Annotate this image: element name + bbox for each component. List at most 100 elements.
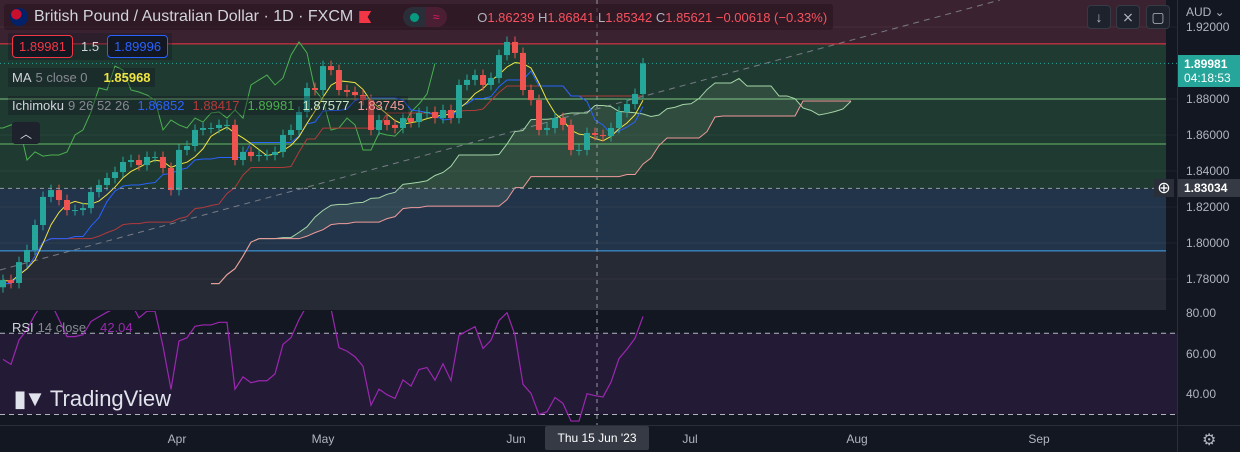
ma-legend[interactable]: MA 5 close 0 1.85968 [8,68,155,87]
candle-body [488,77,494,85]
candle-body [216,124,222,128]
price-tick: 1.80000 [1186,236,1230,250]
candle-body [160,156,166,168]
time-label: Jun [506,432,526,446]
collapse-icon: ⨯ [1122,8,1134,25]
market-status[interactable]: ≈ [403,7,448,27]
price-tick: 1.88000 [1186,92,1230,106]
symbol-title[interactable]: British Pound / Australian Dollar · 1D ·… [34,8,353,26]
candle-body [552,118,558,128]
candle-body [456,84,462,119]
candle-body [616,111,622,128]
candle-body [480,75,486,85]
delayed-data-icon: ≈ [425,7,448,27]
ichimoku-legend[interactable]: Ichimoku 9 26 52 26 1.86852 1.88417 1.899… [8,96,409,115]
candle-body [232,124,238,161]
price-tick: 1.92000 [1186,20,1230,34]
candle-body [64,199,70,211]
rsi-tick: 80.00 [1186,306,1217,320]
fullscreen-icon: ▢ [1151,8,1165,25]
candle-body [80,208,86,211]
flag-icon[interactable] [359,11,372,23]
price-tick: 1.82000 [1186,200,1230,214]
candle-body [608,127,614,137]
rsi-tick: 60.00 [1186,346,1217,361]
candle-body [136,160,142,166]
candle-body [448,109,454,119]
candle-body [0,280,6,288]
candle-body [320,66,326,90]
price-tick: 1.84000 [1186,164,1230,178]
time-label: Apr [167,432,187,446]
rsi-params: 14 close [37,320,87,335]
rsi-band [0,333,1177,415]
candle-body [544,127,550,130]
candle-body [424,111,430,114]
settings-gear-icon[interactable]: ⚙ [1202,430,1216,450]
market-open-dot-icon [403,7,426,27]
buy-button[interactable]: 1.89996 [107,35,169,58]
candle-body [72,210,78,212]
currency-select[interactable]: AUD ⌄ [1186,5,1225,19]
bar-countdown: 04:18:53 [1184,71,1231,85]
collapse-button[interactable]: ⨯ [1116,5,1140,29]
last-price-label: 1.89981 04:18:53 [1178,55,1240,87]
trade-panel: 1.89981 1.5 1.89996 [8,33,173,60]
time-label: Sep [1028,432,1050,446]
candle-body [376,120,382,130]
candle-body [392,124,398,128]
tv-logo-icon: ▮▼ [14,386,46,411]
scroll-down-button[interactable]: ↓ [1087,5,1111,29]
sell-button[interactable]: 1.89981 [12,35,73,58]
candle-body [632,93,638,105]
candle-body [520,52,526,90]
candle-body [192,129,198,146]
base-value: 1.88417 [192,98,240,113]
candle-body [496,55,502,78]
candle-body [408,118,414,123]
candle-body [24,250,30,263]
candle-body [336,70,342,90]
candle-body [208,127,214,129]
candle-body [512,41,518,53]
collapse-legend-button[interactable]: ︿ [12,122,40,144]
ma-params: 5 close 0 [35,70,88,85]
ma-value: 1.85968 [103,70,151,85]
candle-body [256,154,262,157]
time-label: Jul [682,432,698,446]
candle-body [576,149,582,151]
candle-body [104,178,110,186]
candle-body [600,135,606,137]
logo-text: TradingView [49,386,171,411]
lagging-value: 1.89981 [247,98,295,113]
candle-body [16,262,22,283]
ichimoku-params: 9 26 52 26 [68,98,130,113]
candle-body [224,124,230,126]
candle-body [8,280,14,283]
span-a-value: 1.87577 [302,98,350,113]
span-b-value: 1.83745 [357,98,405,113]
candle-body [464,79,470,85]
candle-body [536,100,542,130]
fullscreen-button[interactable]: ▢ [1146,5,1170,29]
rsi-pane[interactable] [0,311,1177,425]
crosshair-date-label: Thu 15 Jun '23 [545,426,649,450]
price-chart[interactable] [0,0,1177,310]
price-tick: 1.78000 [1186,272,1230,286]
candle-body [528,90,534,101]
add-alert-plus-icon[interactable]: ⊕ [1154,179,1174,197]
candle-body [592,133,598,135]
candle-body [280,135,286,152]
tradingview-logo[interactable]: ▮▼ TradingView [14,386,171,412]
candle-body [240,151,246,161]
candle-body [88,192,94,209]
candle-body [328,66,334,71]
candle-body [288,129,294,135]
candle-body [504,41,510,56]
rsi-legend[interactable]: RSI 14 close 42.04 [8,318,137,337]
spread: 1.5 [81,39,100,54]
crosshair-price-label: 1.83034 [1178,179,1240,197]
candle-body [248,151,254,157]
candle-body [568,124,574,150]
rsi-value: 42.04 [100,320,133,335]
